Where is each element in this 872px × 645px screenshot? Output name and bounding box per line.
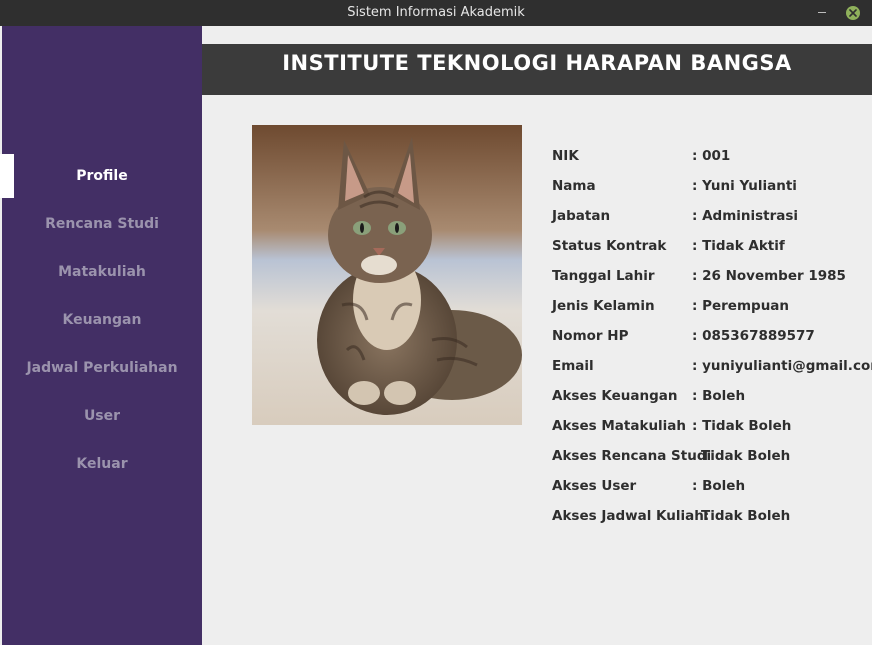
minimize-icon[interactable]: [818, 6, 828, 16]
field-value-akses-matakuliah: : Tidak Boleh: [692, 418, 792, 434]
header-banner: INSTITUTE TEKNOLOGI HARAPAN BANGSA: [202, 44, 872, 95]
field-value-akses-jadwal-kuliah: Tidak Boleh: [701, 508, 791, 524]
field-label-akses-user: Akses User: [552, 478, 637, 494]
field-label-akses-matakuliah: Akses Matakuliah: [552, 418, 687, 434]
field-label-nomor-hp: Nomor HP: [552, 328, 629, 344]
field-value-nik: : 001: [692, 148, 731, 164]
field-value-tanggal-lahir: : 26 November 1985: [692, 268, 846, 284]
field-value-email: : yuniyulianti@gmail.com: [692, 358, 872, 374]
field-label-akses-jadwal-kuliah: Akses Jadwal Kuliah:: [552, 508, 710, 524]
field-label-nik: NIK: [552, 148, 579, 164]
field-label-email: Email: [552, 358, 594, 374]
field-value-akses-keuangan: : Boleh: [692, 388, 746, 404]
sidebar-item-keuangan[interactable]: Keuangan: [2, 312, 202, 332]
sidebar-item-keluar[interactable]: Keluar: [2, 456, 202, 476]
sidebar-item-profile[interactable]: Profile: [2, 168, 202, 188]
field-value-jenis-kelamin: : Perempuan: [692, 298, 790, 314]
profile-photo: [252, 125, 522, 425]
sidebar-item-user[interactable]: User: [2, 408, 202, 428]
field-label-nama: Nama: [552, 178, 596, 194]
field-value-akses-user: : Boleh: [692, 478, 746, 494]
field-label-akses-keuangan: Akses Keuangan: [552, 388, 678, 404]
field-label-akses-rencana-studi: Akses Rencana Studi: [552, 448, 712, 464]
close-icon[interactable]: [846, 6, 860, 20]
field-label-tanggal-lahir: Tanggal Lahir: [552, 268, 655, 284]
field-value-akses-rencana-studi: Tidak Boleh: [701, 448, 791, 464]
sidebar: Profile Rencana Studi Matakuliah Keuanga…: [0, 26, 202, 645]
sidebar-item-matakuliah[interactable]: Matakuliah: [2, 264, 202, 284]
sidebar-item-rencana-studi[interactable]: Rencana Studi: [2, 216, 202, 236]
field-value-status-kontrak: : Tidak Aktif: [692, 238, 785, 254]
field-label-jabatan: Jabatan: [552, 208, 611, 224]
field-label-status-kontrak: Status Kontrak: [552, 238, 667, 254]
field-value-nomor-hp: : 085367889577: [692, 328, 815, 344]
app-window: Sistem Informasi Akademik Profile Rencan…: [0, 0, 872, 645]
window-title: Sistem Informasi Akademik: [347, 5, 525, 20]
title-bar: Sistem Informasi Akademik: [0, 0, 872, 26]
field-value-nama: : Yuni Yulianti: [692, 178, 797, 194]
field-label-jenis-kelamin: Jenis Kelamin: [552, 298, 655, 314]
field-value-jabatan: : Administrasi: [692, 208, 799, 224]
sidebar-item-jadwal-perkuliahan[interactable]: Jadwal Perkuliahan: [2, 360, 202, 380]
institution-title: INSTITUTE TEKNOLOGI HARAPAN BANGSA: [282, 51, 792, 75]
